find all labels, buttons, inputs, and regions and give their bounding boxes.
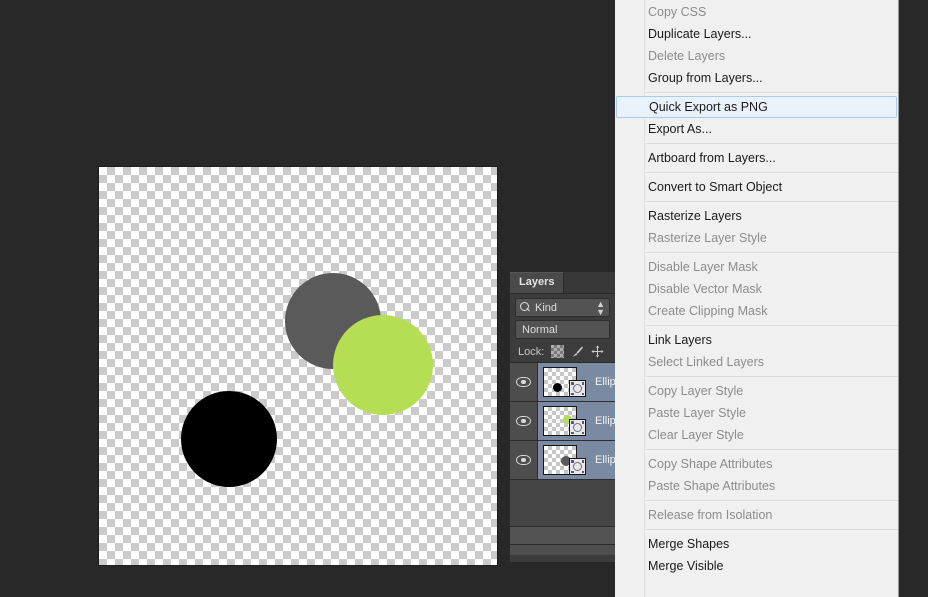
layer-thumbnail-cell[interactable] bbox=[538, 406, 586, 436]
layer-name-label: Ellipse bbox=[595, 376, 615, 388]
layers-panel: Layers Kind ▲ ▼ Normal Lock: Ellip Ellip… bbox=[509, 272, 615, 562]
layer-vector-mask-thumbnail[interactable] bbox=[569, 458, 586, 475]
panel-tab-bar: Layers bbox=[510, 272, 615, 294]
menu-item-convert-to-smart-object[interactable]: Convert to Smart Object bbox=[615, 176, 898, 198]
stepper-arrows-icon[interactable]: ▲ ▼ bbox=[596, 299, 605, 316]
menu-separator bbox=[645, 143, 898, 144]
menu-item-disable-vector-mask: Disable Vector Mask bbox=[648, 282, 762, 296]
menu-separator bbox=[645, 449, 898, 450]
blend-mode-value: Normal bbox=[522, 323, 558, 336]
mask-handle-icon bbox=[581, 470, 584, 473]
layer-name-label: Ellipse bbox=[595, 415, 615, 427]
layer-row[interactable]: Ellipse bbox=[510, 363, 615, 402]
lock-row: Lock: bbox=[510, 342, 615, 362]
layer-vector-mask-thumbnail[interactable] bbox=[569, 419, 586, 436]
layers-context-menu: Copy CSS Duplicate Layers... Delete Layers… bbox=[615, 0, 899, 597]
layer-vector-mask-thumbnail[interactable] bbox=[569, 380, 586, 397]
mask-handle-icon bbox=[571, 421, 574, 424]
layer-filter-row: Kind ▲ ▼ bbox=[510, 294, 615, 320]
transparency-lock-icon[interactable] bbox=[551, 345, 565, 358]
position-lock-icon[interactable] bbox=[591, 345, 604, 358]
panel-footer-bar[interactable] bbox=[510, 526, 615, 544]
menu-item-release-from-isolation: Release from Isolation bbox=[648, 508, 773, 522]
document-canvas[interactable] bbox=[98, 166, 498, 566]
mask-handle-icon bbox=[581, 421, 584, 424]
mask-handle-icon bbox=[581, 382, 584, 385]
menu-item-paste-shape-attributes: Paste Shape Attributes bbox=[648, 479, 776, 493]
menu-item-create-clipping-mask: Create Clipping Mask bbox=[648, 304, 768, 318]
menu-separator bbox=[645, 172, 898, 173]
panel-footer-buttons-bar[interactable] bbox=[510, 544, 615, 555]
layer-thumbnail[interactable] bbox=[543, 367, 586, 397]
layer-visibility-toggle[interactable] bbox=[510, 402, 538, 440]
mask-handle-icon bbox=[581, 460, 584, 463]
menu-item-quick-export-as-png[interactable]: Quick Export as PNG bbox=[616, 96, 897, 118]
layer-thumbnail-shape bbox=[553, 383, 562, 392]
context-menu-item-list: Copy CSS Duplicate Layers... Delete Layers… bbox=[615, 0, 898, 577]
menu-item-merge-shapes[interactable]: Merge Shapes bbox=[615, 533, 898, 555]
menu-item-merge-visible[interactable]: Merge Visible bbox=[615, 555, 898, 577]
layer-thumbnail[interactable] bbox=[543, 445, 586, 475]
mask-handle-icon bbox=[581, 431, 584, 434]
menu-item-delete-layers: Delete Layers bbox=[648, 49, 726, 63]
menu-item-duplicate-layers[interactable]: Duplicate Layers... bbox=[615, 23, 898, 45]
mask-handle-icon bbox=[571, 392, 574, 395]
eye-icon bbox=[516, 377, 531, 387]
menu-item-rasterize-layers[interactable]: Rasterize Layers bbox=[615, 205, 898, 227]
layer-visibility-toggle[interactable] bbox=[510, 441, 538, 479]
menu-item-paste-layer-style: Paste Layer Style bbox=[648, 406, 746, 420]
layer-thumbnail-cell[interactable] bbox=[538, 445, 586, 475]
blend-mode-row: Normal bbox=[510, 320, 615, 342]
layer-list-empty-area bbox=[510, 480, 615, 526]
menu-item-select-linked-layers: Select Linked Layers bbox=[648, 355, 765, 369]
blend-mode-select[interactable]: Normal bbox=[515, 320, 610, 339]
menu-separator bbox=[645, 92, 898, 93]
eye-icon bbox=[516, 455, 531, 465]
menu-item-link-layers[interactable]: Link Layers bbox=[615, 329, 898, 351]
layer-filter-value: Kind bbox=[535, 301, 558, 314]
mask-handle-icon bbox=[571, 382, 574, 385]
layer-list: Ellipse Ellipse Ellipse bbox=[510, 362, 615, 480]
mask-handle-icon bbox=[581, 392, 584, 395]
layer-thumbnail-cell[interactable] bbox=[538, 367, 586, 397]
layer-row[interactable]: Ellipse bbox=[510, 402, 615, 441]
layer-filter-kind-select[interactable]: Kind ▲ ▼ bbox=[515, 298, 610, 317]
black-circle-shape[interactable] bbox=[181, 391, 277, 487]
menu-item-copy-layer-style: Copy Layer Style bbox=[648, 384, 744, 398]
eye-icon bbox=[516, 416, 531, 426]
menu-item-copy-css: Copy CSS bbox=[648, 5, 707, 19]
brush-lock-icon[interactable] bbox=[571, 345, 584, 358]
menu-separator bbox=[645, 376, 898, 377]
menu-item-export-as[interactable]: Export As... bbox=[615, 118, 898, 140]
menu-separator bbox=[645, 325, 898, 326]
menu-item-rasterize-layer-style: Rasterize Layer Style bbox=[648, 231, 767, 245]
menu-item-disable-layer-mask: Disable Layer Mask bbox=[648, 260, 758, 274]
mask-handle-icon bbox=[571, 470, 574, 473]
search-icon bbox=[520, 302, 531, 313]
green-circle-shape[interactable] bbox=[333, 315, 433, 415]
menu-separator bbox=[645, 252, 898, 253]
layer-thumbnail[interactable] bbox=[543, 406, 586, 436]
layer-visibility-toggle[interactable] bbox=[510, 363, 538, 401]
application-window: Layers Kind ▲ ▼ Normal Lock: Ellip Ellip… bbox=[0, 0, 928, 597]
mask-handle-icon bbox=[571, 431, 574, 434]
tab-layers[interactable]: Layers bbox=[510, 272, 565, 293]
menu-separator bbox=[645, 529, 898, 530]
menu-item-clear-layer-style: Clear Layer Style bbox=[648, 428, 744, 442]
menu-item-group-from-layers[interactable]: Group from Layers... bbox=[615, 67, 898, 89]
mask-handle-icon bbox=[571, 460, 574, 463]
menu-separator bbox=[645, 201, 898, 202]
lock-label: Lock: bbox=[518, 345, 545, 358]
tab-bar-empty-space bbox=[564, 272, 615, 293]
layer-row[interactable]: Ellipse bbox=[510, 441, 615, 480]
menu-separator bbox=[645, 500, 898, 501]
layer-name-label: Ellipse bbox=[595, 454, 615, 466]
menu-item-artboard-from-layers[interactable]: Artboard from Layers... bbox=[615, 147, 898, 169]
menu-item-copy-shape-attributes: Copy Shape Attributes bbox=[648, 457, 773, 471]
